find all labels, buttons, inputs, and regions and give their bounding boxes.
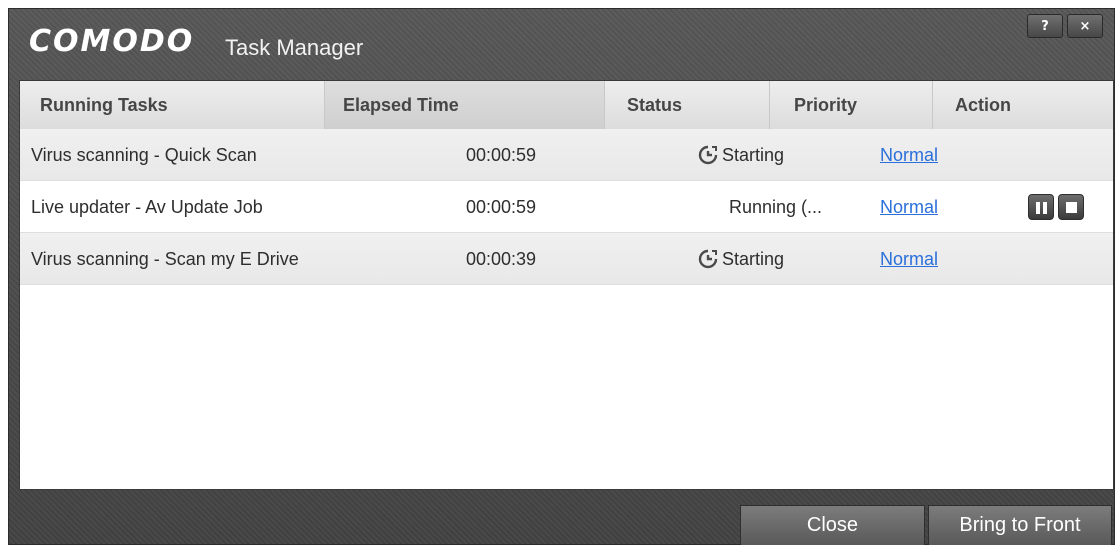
clock-icon [698,145,718,165]
status-cell: Starting [698,129,784,181]
priority-cell: Normal [880,181,938,233]
priority-cell: Normal [880,233,938,285]
bring-to-front-button[interactable]: Bring to Front [928,505,1112,545]
status-cell: Starting [698,233,784,285]
table-row[interactable]: Virus scanning - Scan my E Drive 00:00:3… [20,233,1113,285]
elapsed-time: 00:00:59 [466,196,537,217]
title-bar[interactable]: COMODO Task Manager ? × [8,8,1115,80]
column-running-tasks[interactable]: Running Tasks [20,81,325,129]
close-icon: × [1079,18,1091,34]
status-cell: Running (... [729,181,822,233]
window-title: Task Manager [225,35,364,60]
help-button[interactable]: ? [1027,14,1063,38]
comodo-logo: COMODO [29,24,195,59]
table-row[interactable]: Virus scanning - Quick Scan 00:00:59 Sta… [20,129,1113,181]
help-icon: ? [1041,18,1049,34]
elapsed-time: 00:00:39 [466,248,537,269]
column-elapsed-time[interactable]: Elapsed Time [325,81,605,129]
table-header: Running Tasks Elapsed Time Status Priori… [20,81,1113,130]
column-status[interactable]: Status [605,81,770,129]
close-window-button[interactable]: × [1067,14,1103,38]
priority-link[interactable]: Normal [880,197,938,218]
status-text: Starting [722,144,785,165]
pause-button[interactable] [1028,194,1054,220]
clock-icon [698,249,718,269]
status-text: Starting [722,248,785,269]
task-name: Virus scanning - Quick Scan [31,144,257,165]
task-name: Virus scanning - Scan my E Drive [31,248,299,269]
priority-link[interactable]: Normal [880,249,938,270]
task-name: Live updater - Av Update Job [31,196,263,217]
column-action[interactable]: Action [933,81,1113,129]
close-button[interactable]: Close [740,505,925,545]
column-priority[interactable]: Priority [770,81,933,129]
elapsed-time: 00:00:59 [466,144,537,165]
stop-icon [1066,202,1077,213]
status-text: Running (... [729,196,823,217]
table-row[interactable]: Live updater - Av Update Job 00:00:59 Ru… [20,181,1113,233]
priority-cell: Normal [880,129,938,181]
priority-link[interactable]: Normal [880,145,938,166]
stop-button[interactable] [1058,194,1084,220]
tasks-table: Running Tasks Elapsed Time Status Priori… [19,80,1114,490]
task-manager-window: COMODO Task Manager ? × Running Tasks El… [8,8,1115,545]
